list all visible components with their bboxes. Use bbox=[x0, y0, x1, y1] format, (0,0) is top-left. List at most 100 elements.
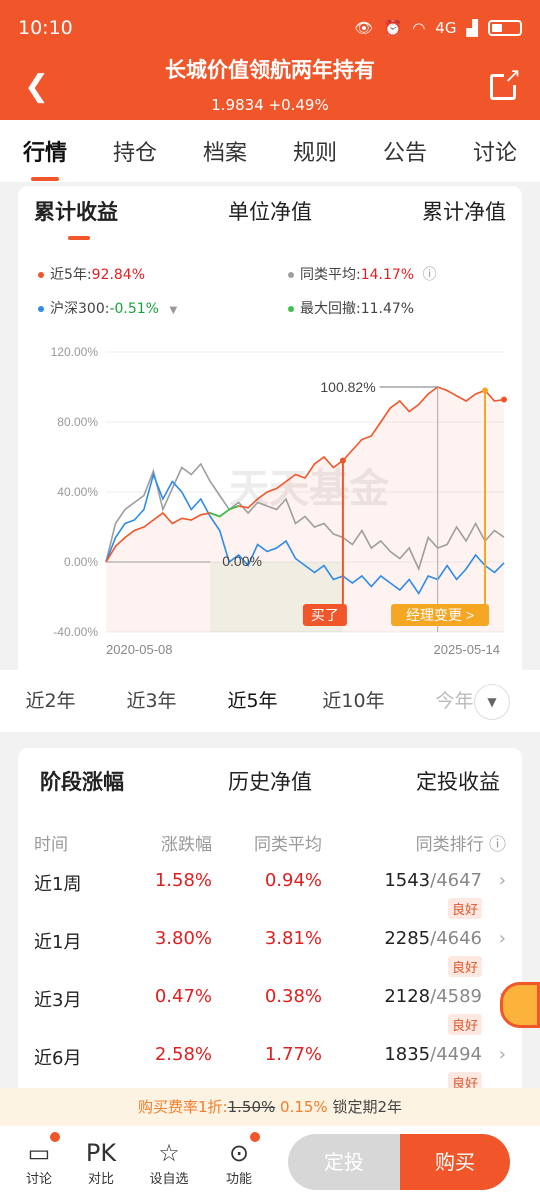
promo-lock: 锁定期2年 bbox=[332, 1098, 403, 1116]
rank-total: /4646 bbox=[430, 928, 482, 949]
y-tick-label: 80.00% bbox=[57, 415, 98, 429]
wifi-icon: ◠ bbox=[412, 19, 426, 37]
tab-discussion[interactable]: 讨论 bbox=[473, 135, 517, 167]
legend-index-dot bbox=[38, 306, 44, 312]
header-period: 时间 bbox=[34, 835, 68, 855]
tab-holdings[interactable]: 持仓 bbox=[113, 135, 157, 167]
rating-badge: 良好 bbox=[447, 898, 482, 919]
stage-card: 阶段涨幅 历史净值 定投收益 时间 涨跌幅 同类平均 同类排行 ⓘ 近1周 1.… bbox=[18, 748, 522, 1098]
row-rank: 1835/4494 bbox=[384, 1044, 482, 1065]
functions-button[interactable]: ⊙ 功能 bbox=[214, 1132, 264, 1187]
row-change: 0.47% bbox=[154, 986, 212, 1007]
event-marker-label: 经理变更 > bbox=[406, 607, 474, 623]
tab-sip-return[interactable]: 定投收益 bbox=[416, 766, 500, 796]
period-2y[interactable]: 近2年 bbox=[0, 670, 101, 732]
legend-index-label: 沪深300: bbox=[50, 301, 110, 317]
period-5y[interactable]: 近5年 bbox=[202, 670, 303, 732]
legend-peer-label: 同类平均: bbox=[300, 267, 361, 283]
legend-peer: 同类平均:14.17% ⓘ bbox=[288, 264, 437, 284]
row-peer: 1.77% bbox=[264, 1044, 322, 1065]
tab-cumulative-return[interactable]: 累计收益 bbox=[34, 196, 118, 240]
signal-icon: ▟ bbox=[466, 19, 478, 37]
header-peer: 同类平均 bbox=[254, 835, 322, 855]
chat-icon: ▭ bbox=[14, 1132, 64, 1168]
tab-unit-nav[interactable]: 单位净值 bbox=[228, 196, 312, 226]
info-icon[interactable]: ⓘ bbox=[423, 267, 437, 283]
info-icon[interactable]: ⓘ bbox=[489, 835, 506, 855]
header-rank-label: 同类排行 bbox=[415, 835, 484, 855]
compare-button[interactable]: PK 对比 bbox=[76, 1138, 126, 1187]
table-row[interactable]: 近1周 1.58% 0.94% 1543/4647 › 良好 bbox=[34, 870, 506, 928]
last-point-dot bbox=[501, 396, 507, 403]
y-tick-label: -40.00% bbox=[53, 625, 98, 639]
period-3y[interactable]: 近3年 bbox=[101, 670, 202, 732]
row-peer: 3.81% bbox=[264, 928, 322, 949]
buy-button[interactable]: 购买 bbox=[400, 1134, 510, 1190]
main-tabs: 行情 持仓 档案 规则 公告 讨论 bbox=[0, 120, 540, 182]
period-selector: 近2年 近3年 近5年 近10年 今年 bbox=[0, 670, 540, 732]
promo-new-fee: 0.15% bbox=[280, 1098, 328, 1116]
period-10y[interactable]: 近10年 bbox=[303, 670, 404, 732]
rating-badge: 良好 bbox=[447, 956, 482, 977]
legend-drawdown-dot bbox=[288, 306, 294, 312]
fund-title: 长城价值领航两年持有 bbox=[165, 58, 375, 82]
tab-rules[interactable]: 规则 bbox=[293, 135, 337, 167]
battery-icon bbox=[488, 20, 522, 36]
tab-cumulative-nav[interactable]: 累计净值 bbox=[422, 196, 506, 226]
promo-old-fee: 1.50% bbox=[227, 1098, 276, 1116]
sip-button[interactable]: 定投 bbox=[288, 1134, 400, 1190]
y-tick-label: 120.00% bbox=[51, 345, 99, 359]
legend-drawdown-label: 最大回撤: bbox=[300, 301, 361, 317]
add-watchlist-label: 设自选 bbox=[149, 1172, 189, 1187]
chart-card: 累计收益 单位净值 累计净值 近5年:92.84% 同类平均:14.17% ⓘ … bbox=[18, 186, 522, 732]
dropdown-icon[interactable]: ▼ bbox=[169, 305, 177, 316]
fee-promo: 购买费率1折:1.50% 0.15% 锁定期2年 bbox=[0, 1088, 540, 1126]
notification-dot bbox=[250, 1132, 260, 1142]
event-marker-dot bbox=[339, 457, 346, 464]
rating-badge: 良好 bbox=[447, 1014, 482, 1035]
tab-profile[interactable]: 档案 bbox=[203, 135, 247, 167]
row-peer: 0.38% bbox=[264, 986, 322, 1007]
table-row[interactable]: 近3月 0.47% 0.38% 2128/4589 › 良好 bbox=[34, 986, 506, 1044]
row-rank: 2128/4589 bbox=[384, 986, 482, 1007]
eye-icon: 👁 bbox=[354, 19, 374, 37]
row-rank: 1543/4647 bbox=[384, 870, 482, 891]
legend-drawdown-value: 11.47% bbox=[360, 301, 415, 317]
stage-tabs: 阶段涨幅 历史净值 定投收益 bbox=[40, 766, 500, 796]
legend-fund-dot bbox=[38, 272, 44, 278]
tab-notices[interactable]: 公告 bbox=[383, 135, 427, 167]
rank-value: 2285 bbox=[384, 928, 431, 949]
x-label-start: 2020-05-08 bbox=[106, 642, 173, 657]
pk-icon: PK bbox=[85, 1139, 117, 1167]
header-rank: 同类排行 ⓘ bbox=[416, 830, 506, 855]
table-row[interactable]: 近1月 3.80% 3.81% 2285/4646 › 良好 bbox=[34, 928, 506, 986]
add-watchlist-button[interactable]: ☆ 设自选 bbox=[144, 1138, 194, 1187]
event-marker-label: 买了 bbox=[311, 607, 339, 623]
functions-label: 功能 bbox=[225, 1172, 252, 1187]
rank-value: 1835 bbox=[384, 1044, 431, 1065]
row-peer: 0.94% bbox=[264, 870, 322, 891]
chevron-down-icon[interactable]: ▼ bbox=[474, 684, 510, 720]
legend-index[interactable]: 沪深300:-0.51% ▼ bbox=[38, 298, 177, 318]
status-bar: 10:10 👁 ⏰ ◠ 4G ▟ bbox=[18, 14, 522, 42]
tab-history-nav[interactable]: 历史净值 bbox=[228, 766, 312, 796]
status-icons: 👁 ⏰ ◠ 4G ▟ bbox=[354, 19, 522, 37]
row-period: 近6月 bbox=[34, 1048, 82, 1069]
return-chart[interactable]: 120.00%80.00%40.00%0.00%-40.00%天天基金0.00%… bbox=[34, 332, 512, 662]
tab-market[interactable]: 行情 bbox=[23, 135, 67, 181]
row-period: 近3月 bbox=[34, 990, 82, 1011]
y-tick-label: 40.00% bbox=[57, 485, 98, 499]
discuss-label: 讨论 bbox=[25, 1172, 52, 1187]
share-icon[interactable] bbox=[490, 65, 521, 100]
row-change: 1.58% bbox=[154, 870, 212, 891]
discuss-button[interactable]: ▭ 讨论 bbox=[14, 1132, 64, 1187]
fund-area bbox=[106, 387, 504, 632]
row-period: 近1周 bbox=[34, 874, 82, 895]
mascot-icon[interactable] bbox=[500, 982, 540, 1028]
star-icon: ☆ bbox=[158, 1139, 180, 1167]
tab-stage-change[interactable]: 阶段涨幅 bbox=[40, 766, 124, 796]
bottom-bar: ▭ 讨论 PK 对比 ☆ 设自选 ⊙ 功能 定投 购买 bbox=[0, 1126, 540, 1200]
alarm-icon: ⏰ bbox=[383, 19, 403, 37]
clock: 10:10 bbox=[18, 17, 73, 39]
network-label: 4G bbox=[435, 19, 457, 37]
